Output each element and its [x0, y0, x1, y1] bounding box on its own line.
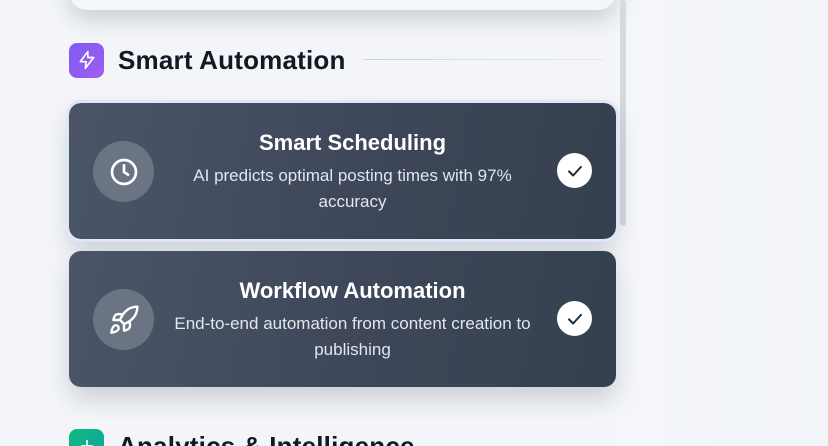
- card-description: End-to-end automation from content creat…: [174, 314, 531, 359]
- page: Smart Automation Smart Scheduling AI pre…: [0, 0, 828, 446]
- card-title: Smart Scheduling: [258, 130, 447, 155]
- clock-icon: [93, 141, 154, 202]
- check-icon[interactable]: [557, 153, 592, 188]
- plus-icon: [69, 428, 104, 446]
- scrollbar[interactable]: [620, 0, 626, 226]
- section-header-smart-automation: Smart Automation: [69, 42, 346, 78]
- section-title: Smart Automation: [118, 44, 346, 75]
- feature-card-smart-scheduling[interactable]: Smart Scheduling AI predicts optimal pos…: [66, 100, 619, 242]
- card-title: Workflow Automation: [239, 278, 466, 303]
- rocket-icon: [93, 289, 154, 350]
- section-divider: [364, 59, 604, 60]
- previous-card[interactable]: [69, 0, 616, 10]
- lightning-icon: [69, 42, 104, 78]
- card-description: AI predicts optimal posting times with 9…: [193, 166, 512, 211]
- section-title: Analytics & Intelligence: [118, 430, 415, 446]
- feature-card-workflow-automation[interactable]: Workflow Automation End-to-end automatio…: [69, 251, 616, 387]
- section-header-analytics: Analytics & Intelligence: [69, 428, 415, 446]
- check-icon[interactable]: [557, 301, 592, 336]
